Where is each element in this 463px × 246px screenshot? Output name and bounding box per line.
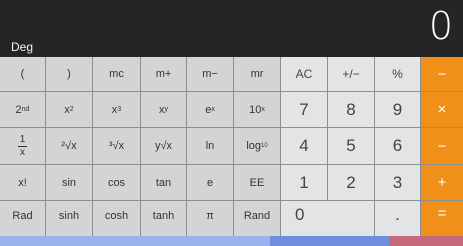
ten-power-key[interactable]: 10 x (234, 92, 281, 128)
memory-clear-key[interactable]: mc (93, 57, 141, 92)
square-key[interactable]: x2 (46, 92, 93, 128)
multiply-key[interactable]: × (421, 92, 463, 128)
digit-5-key[interactable]: 5 (328, 128, 375, 165)
cube-root-key[interactable]: ³√x (93, 128, 141, 165)
sin-key[interactable]: sin (46, 165, 93, 201)
keypad: ( ) mc m+ m− mr AC +/− % − 2nd x2 x3 xy … (0, 57, 463, 246)
subtract-key[interactable]: − (421, 128, 463, 165)
all-clear-key[interactable]: AC (281, 57, 328, 92)
euler-key[interactable]: e (187, 165, 234, 201)
factorial-key[interactable]: x! (0, 165, 46, 201)
digit-1-key[interactable]: 1 (281, 165, 328, 201)
digit-3-key[interactable]: 3 (375, 165, 421, 201)
digit-8-key[interactable]: 8 (328, 92, 375, 128)
memory-add-key[interactable]: m+ (141, 57, 187, 92)
log10-key[interactable]: log 10 (234, 128, 281, 165)
bottom-overlay-bar (0, 236, 463, 246)
cos-key[interactable]: cos (93, 165, 141, 201)
digit-6-key[interactable]: 6 (375, 128, 421, 165)
add-key[interactable]: + (421, 165, 463, 201)
angle-mode-label: Deg (11, 40, 34, 54)
reciprocal-key[interactable]: 1x (0, 128, 46, 165)
memory-subtract-key[interactable]: m− (187, 57, 234, 92)
digit-2-key[interactable]: 2 (328, 165, 375, 201)
cube-key[interactable]: x3 (93, 92, 141, 128)
percent-key[interactable]: % (375, 57, 421, 92)
close-paren-key[interactable]: ) (46, 57, 93, 92)
display-value: 0 (428, 4, 453, 48)
open-paren-key[interactable]: ( (0, 57, 46, 92)
overlay-segment (390, 236, 463, 246)
tan-key[interactable]: tan (141, 165, 187, 201)
digit-7-key[interactable]: 7 (281, 92, 328, 128)
y-root-key[interactable]: y√x (141, 128, 187, 165)
divide-key[interactable]: − (421, 57, 463, 92)
natural-log-key[interactable]: ln (187, 128, 234, 165)
square-root-key[interactable]: ²√x (46, 128, 93, 165)
second-function-key[interactable]: 2nd (0, 92, 46, 128)
ee-key[interactable]: EE (234, 165, 281, 201)
calculator-display: Deg 0 (0, 0, 463, 57)
overlay-segment (0, 236, 270, 246)
power-key[interactable]: xy (141, 92, 187, 128)
sign-toggle-key[interactable]: +/− (328, 57, 375, 92)
digit-9-key[interactable]: 9 (375, 92, 421, 128)
exp-key[interactable]: ex (187, 92, 234, 128)
reciprocal-fraction: 1x (18, 133, 27, 158)
memory-recall-key[interactable]: mr (234, 57, 281, 92)
overlay-segment (270, 236, 390, 246)
digit-4-key[interactable]: 4 (281, 128, 328, 165)
